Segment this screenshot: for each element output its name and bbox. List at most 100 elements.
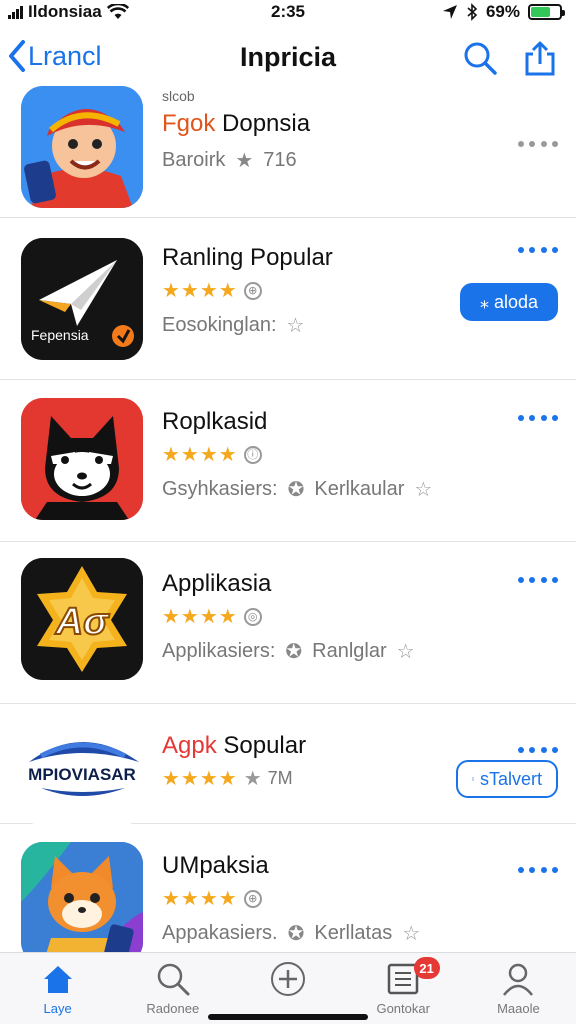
app-icon-paper-plane[interactable]: Fepensia — [21, 238, 143, 360]
app-meta: Baroirk ★ 716 — [162, 148, 456, 173]
app-rating: ★★★★ ⊕ — [162, 886, 456, 911]
app-row[interactable]: Aσ Applikasia ★★★★ ◎ Applikasiers: ✪ Ran… — [0, 542, 576, 704]
app-row[interactable]: slcob Fgok Dopnsia Baroirk ★ 716 — [0, 82, 576, 218]
app-info: Agpk Sopular ★★★★ ★ 7M — [162, 732, 456, 791]
rating-stars: ★★★★ — [162, 606, 238, 628]
app-list[interactable]: slcob Fgok Dopnsia Baroirk ★ 716 Fepensi… — [0, 82, 576, 952]
more-button[interactable] — [518, 134, 558, 154]
search-button[interactable] — [460, 38, 500, 78]
app-name-rest: Sopular — [216, 732, 307, 759]
rating-stars: ★★★★ — [162, 768, 238, 790]
chevron-left-icon — [9, 40, 25, 72]
status-bar: Ildonsiaa 2:35 69% — [0, 0, 576, 24]
app-info: Ranling Popular ★★★★ ⊕ Eosokinglan: ☆ — [162, 244, 456, 338]
app-info: slcob Fgok Dopnsia Baroirk ★ 716 — [162, 88, 456, 173]
share-button[interactable] — [520, 38, 560, 78]
app-name: Fgok Dopnsia — [162, 110, 456, 138]
tab-label: Laye — [43, 1001, 72, 1016]
star-outline-icon: ☆ — [402, 923, 421, 945]
app-meta-text: Gsyhkasiers: — [162, 478, 278, 500]
back-button[interactable]: Lrancl — [6, 38, 102, 74]
app-icon-cartoon-boy[interactable] — [21, 86, 143, 208]
fox-icon — [21, 842, 143, 952]
app-icon-star-badge[interactable]: Aσ — [21, 558, 143, 680]
tab-label: Maaole — [497, 1001, 540, 1016]
age-rating-icon: ◎ — [243, 607, 262, 626]
carrier-label: Ildonsiaa — [28, 2, 102, 21]
share-icon — [525, 41, 555, 76]
tab-label: Gontokar — [376, 1001, 430, 1016]
more-button[interactable] — [518, 408, 558, 428]
app-icon-logo-wave[interactable]: MPIOVIASAR — [21, 704, 143, 826]
tab-profile[interactable]: Maaole — [461, 953, 576, 1024]
status-right: 69% — [442, 2, 565, 22]
app-row[interactable]: MPIOVIASAR Agpk Sopular ★★★★ ★ 7M sTalve… — [0, 704, 576, 826]
wifi-icon — [106, 4, 129, 19]
app-icon-label: Fepensia — [31, 327, 89, 343]
star-badge-icon: Aσ — [21, 558, 143, 680]
app-info: UMpaksia ★★★★ ⊕ Appakasiers. ✪ Kerllatas… — [162, 852, 456, 946]
app-rating: ★★★★ ⊕ — [162, 278, 456, 303]
tab-bar: Laye Radonee Gontokar 21 Maaole — [0, 952, 576, 1024]
search-icon — [157, 963, 190, 996]
app-icon-fox[interactable] — [21, 842, 143, 952]
badge-check-icon: ✪ — [287, 479, 305, 501]
advert-button[interactable]: sTalvert — [456, 760, 558, 798]
nav-bar: Lrancl Inpricia — [0, 30, 576, 86]
app-meta: Eosokinglan: ☆ — [162, 313, 456, 338]
search-icon — [464, 42, 497, 75]
tab-home[interactable]: Laye — [0, 953, 115, 1024]
app-meta-text: Appakasiers. — [162, 922, 278, 944]
app-name: UMpaksia — [162, 852, 269, 879]
app-meta-text: Baroirk — [162, 149, 226, 171]
age-rating-icon: ⊕ — [243, 889, 262, 908]
app-row[interactable]: Fepensia Ranling Popular ★★★★ ⊕ Eosoking… — [0, 218, 576, 380]
battery-percent: 69% — [485, 2, 520, 21]
download-button[interactable]: ⁎ aloda — [460, 283, 558, 321]
app-meta-secondary: Kerlkaular — [314, 478, 405, 500]
wave-logo-icon: MPIOVIASAR — [21, 704, 143, 826]
notification-badge: 21 — [413, 957, 440, 979]
app-rating-text: 7M — [267, 768, 293, 788]
app-name: Applikasia — [162, 570, 272, 597]
age-rating-icon: ⓘ — [243, 445, 262, 464]
app-name: Agpk Sopular — [162, 732, 456, 760]
app-rating: ★★★★ ★ 7M — [162, 766, 456, 791]
rating-stars: ★★★★ — [162, 444, 238, 466]
signal-icon — [8, 5, 23, 19]
age-rating-icon: ⊕ — [243, 281, 262, 300]
bluetooth-icon — [467, 3, 478, 21]
app-info: Roplkasid ★★★★ ⓘ Gsyhkasiers: ✪ Kerlkaul… — [162, 408, 456, 502]
badge-check-icon: ✪ — [287, 923, 305, 945]
rating-stars: ★★★★ — [162, 280, 238, 302]
star-outline-icon: ☆ — [286, 315, 305, 337]
home-icon — [43, 966, 72, 993]
app-meta-text: Applikasiers: — [162, 640, 276, 662]
app-row[interactable]: Roplkasid ★★★★ ⓘ Gsyhkasiers: ✪ Kerlkaul… — [0, 380, 576, 542]
app-meta: Gsyhkasiers: ✪ Kerlkaular ☆ — [162, 477, 456, 502]
home-indicator — [208, 1014, 368, 1020]
app-meta-text: Eosokinglan: — [162, 314, 277, 336]
more-button[interactable] — [518, 860, 558, 880]
app-meta-secondary: Ranlglar — [312, 640, 387, 662]
tab-label: Radonee — [146, 1001, 200, 1016]
star-icon: ★ — [235, 150, 254, 172]
more-button[interactable] — [518, 740, 558, 760]
app-name-accent: Agpk — [162, 732, 217, 759]
app-icon-cat-mask[interactable] — [21, 398, 143, 520]
cat-mask-icon — [21, 398, 143, 520]
app-rating: ★★★★ ⓘ — [162, 442, 456, 467]
app-name: Roplkasid — [162, 408, 268, 435]
badge-check-icon: ✪ — [285, 641, 303, 663]
location-icon — [442, 5, 457, 19]
app-name: Ranling Popular — [162, 244, 333, 271]
app-meta: Appakasiers. ✪ Kerllatas ☆ — [162, 921, 456, 946]
status-left: Ildonsiaa — [8, 2, 129, 22]
app-row[interactable]: UMpaksia ★★★★ ⊕ Appakasiers. ✪ Kerllatas… — [0, 824, 576, 952]
app-name-accent: Fgok — [162, 110, 216, 137]
more-button[interactable] — [518, 570, 558, 590]
cartoon-boy-icon — [21, 86, 143, 208]
app-name-rest: Dopnsia — [215, 110, 311, 137]
app-meta-secondary: Kerllatas — [314, 922, 393, 944]
more-button[interactable] — [518, 240, 558, 260]
